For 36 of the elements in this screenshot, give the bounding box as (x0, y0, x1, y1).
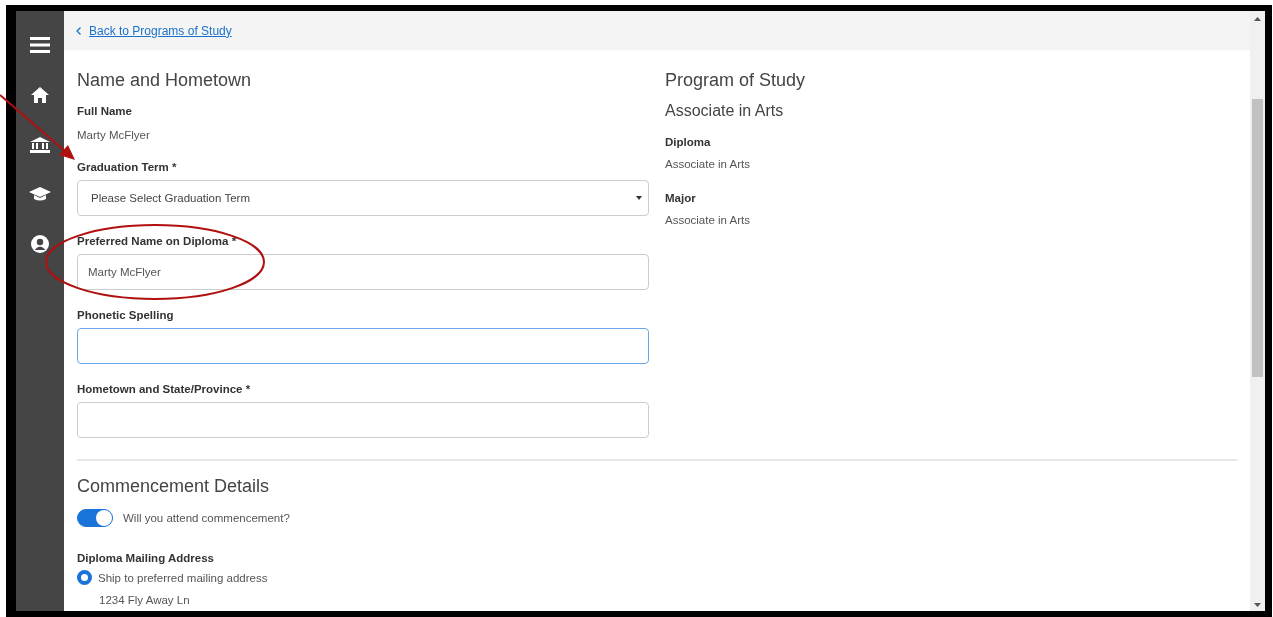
full-name-value: Marty McFlyer (77, 128, 151, 142)
program-name: Associate in Arts (665, 101, 785, 121)
radio-button[interactable] (77, 570, 92, 585)
bank-icon[interactable] (30, 137, 50, 153)
scroll-up-icon[interactable] (1254, 17, 1261, 21)
input-field[interactable] (77, 402, 649, 438)
detail-value: Associate in Arts (665, 213, 751, 227)
select-field[interactable]: Please Select Graduation Term (77, 180, 649, 216)
caret-icon (636, 196, 642, 200)
scroll-down-icon[interactable] (1254, 603, 1261, 607)
field-label: Preferred Name on Diploma * (77, 234, 238, 248)
field-label: Phonetic Spelling (77, 308, 175, 322)
user-icon[interactable] (31, 235, 49, 253)
scrollbar[interactable] (1250, 11, 1265, 611)
detail-value: Associate in Arts (665, 157, 751, 171)
graduation-cap-icon[interactable] (29, 187, 51, 201)
address-text: 1234 Fly Away Ln (99, 594, 191, 606)
section-title: Commencement Details (77, 475, 271, 497)
input-field[interactable]: Marty McFlyer (77, 254, 649, 290)
field-label: Hometown and State/Province * (77, 382, 252, 396)
menu-icon[interactable] (30, 37, 50, 53)
input-field[interactable] (77, 328, 649, 364)
scrollbar-thumb[interactable] (1252, 99, 1263, 377)
field-label: Diploma Mailing Address (77, 551, 215, 565)
section-title: Program of Study (665, 69, 806, 91)
detail-label: Diploma (665, 135, 712, 149)
toggle-label: Will you attend commencement? (123, 512, 290, 524)
toggle-switch[interactable] (77, 509, 113, 527)
section-title: Name and Hometown (77, 69, 253, 91)
radio-label: Ship to preferred mailing address (98, 571, 268, 584)
home-icon[interactable] (31, 87, 49, 103)
field-label: Graduation Term * (77, 160, 178, 174)
field-label: Full Name (77, 104, 133, 118)
back-link[interactable]: Back to Programs of Study (76, 23, 232, 38)
detail-label: Major (665, 191, 697, 205)
chevron-left-icon (76, 26, 81, 35)
